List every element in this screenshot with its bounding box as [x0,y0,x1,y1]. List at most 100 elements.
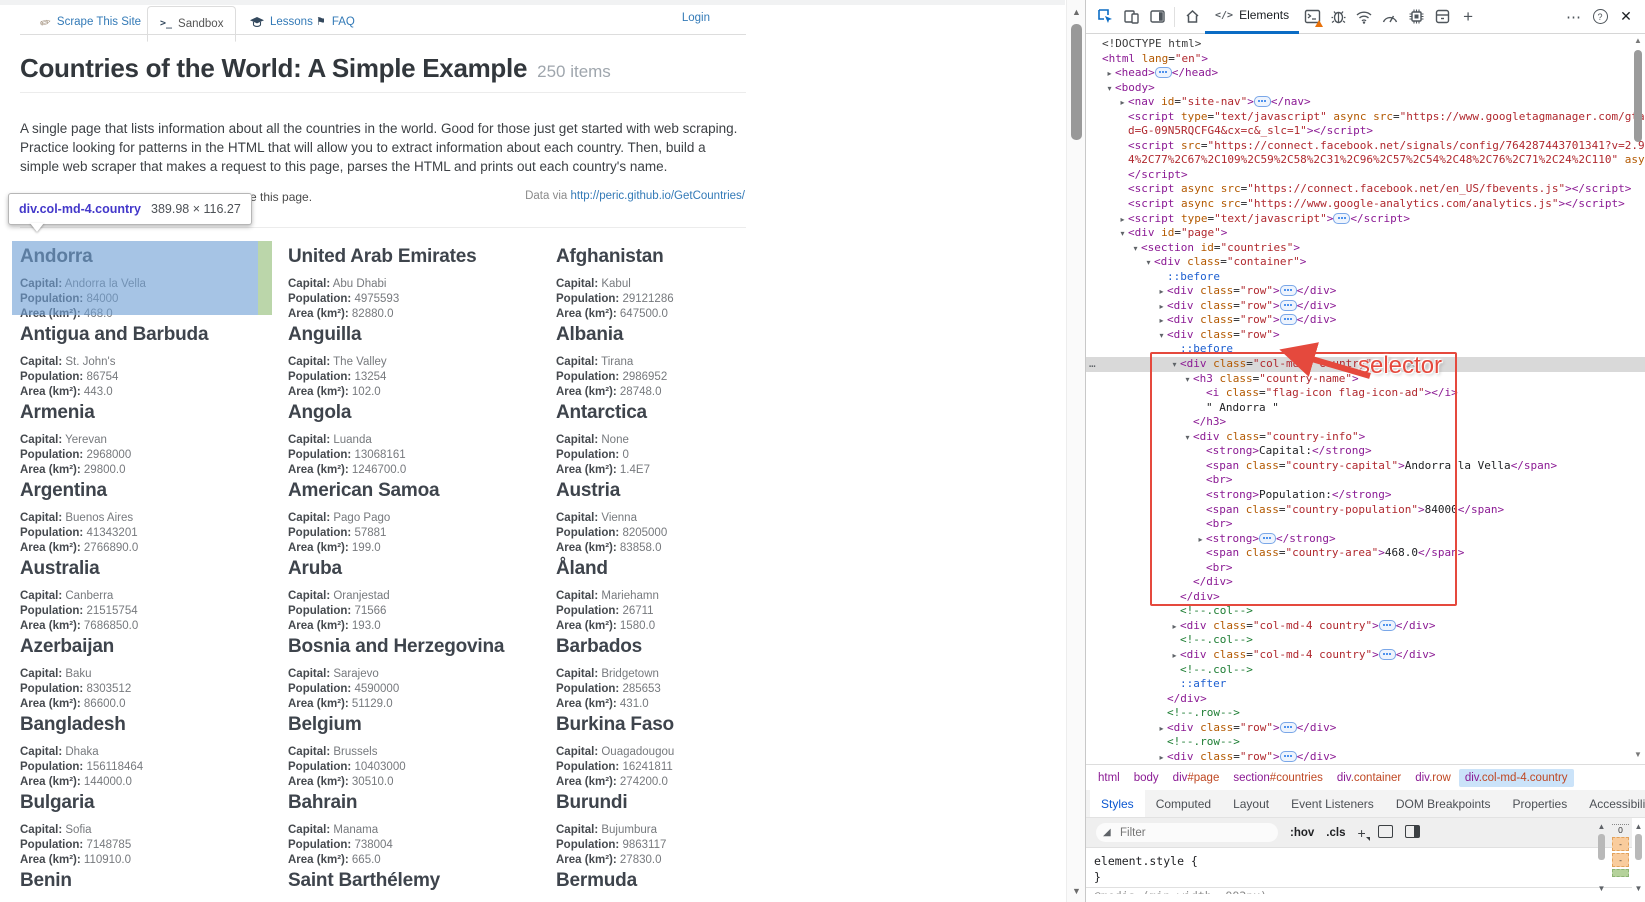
breadcrumb-div#page[interactable]: div#page [1167,769,1226,787]
welcome-home-icon[interactable] [1179,4,1205,30]
breadcrumb-section#countries[interactable]: section#countries [1227,769,1329,787]
data-credit-link[interactable]: http://peric.github.io/GetCountries/ [570,190,745,202]
issues-bug-icon[interactable] [1325,4,1351,30]
dom-tree-line[interactable]: ▾<body> [1086,81,1645,96]
help-icon[interactable]: ? [1587,4,1613,30]
inspect-element-icon[interactable] [1092,4,1118,30]
dom-tree-line[interactable]: ▾<div class="country-info"> [1086,430,1645,445]
tab-layout[interactable]: Layout [1222,790,1280,817]
scroll-down-icon[interactable]: ▼ [1067,886,1086,896]
dom-tree-line[interactable]: ▾<div class="col-md-4 country"> == $0… [1086,357,1645,372]
scroll-down-icon[interactable]: ▼ [1594,884,1609,893]
dom-tree-line[interactable]: ▸<div class="col-md-4 country"></div> [1086,648,1645,663]
chevron-right-icon[interactable]: ▸ [1156,314,1167,329]
dom-tree-line[interactable]: 4%2C77%2C67%2C109%2C59%2C58%2C31%2C96%2C… [1086,153,1645,168]
dom-tree-line[interactable]: ▸<div class="row"></div> [1086,284,1645,299]
tab-computed[interactable]: Computed [1145,790,1222,817]
dom-scrollbar-thumb[interactable] [1634,50,1642,142]
chevron-right-icon[interactable]: ▸ [1156,722,1167,737]
dom-tree-line[interactable]: </div> [1086,575,1645,590]
dom-tree-line[interactable]: ▸<head></head> [1086,66,1645,81]
application-icon[interactable] [1429,4,1455,30]
dom-tree-line[interactable]: <script async src="https://connect.faceb… [1086,182,1645,197]
dom-tree-line[interactable]: ▸<div class="row"></div> [1086,313,1645,328]
dom-tree-line[interactable]: ▾<div id="page"> [1086,226,1645,241]
dom-tree-line[interactable]: <span class="country-capital">Andorra la… [1086,459,1645,474]
chevron-down-icon[interactable]: ▾ [1182,373,1193,388]
dom-tree-line[interactable]: ▾<section id="countries"> [1086,241,1645,256]
breadcrumb-html[interactable]: html [1092,769,1126,787]
tab-dom-breakpoints[interactable]: DOM Breakpoints [1385,790,1502,817]
new-style-rule-icon[interactable]: + [1357,826,1365,840]
breadcrumb-div.row[interactable]: div.row [1409,769,1457,787]
console-icon[interactable] [1299,4,1325,30]
dom-tree-line[interactable]: ::before [1086,342,1645,357]
element-style-rule[interactable]: element.style { } [1086,848,1632,886]
computed-sidebar-toggle-icon[interactable] [1405,825,1420,840]
dom-tree-line[interactable]: <!DOCTYPE html> [1086,37,1645,52]
dom-tree-line[interactable]: ▸<div class="col-md-4 country"></div> [1086,619,1645,634]
chevron-right-icon[interactable]: ▸ [1104,67,1115,82]
chevron-right-icon[interactable]: ▸ [1156,285,1167,300]
scroll-up-icon[interactable]: ▲ [1594,822,1609,831]
dom-tree-line[interactable]: <!--.row--> [1086,706,1645,721]
breadcrumb-div.col-md-4.country[interactable]: div.col-md-4.country [1459,769,1574,787]
dom-tree-line[interactable]: <br> [1086,561,1645,576]
dom-tree-line[interactable]: <i class="flag-icon flag-icon-ad"></i> [1086,386,1645,401]
tab-accessibility[interactable]: Accessibility [1578,790,1645,817]
network-icon[interactable] [1351,4,1377,30]
dom-tree-line[interactable]: </div> [1086,590,1645,605]
chevron-down-icon[interactable]: ▾ [1169,358,1180,373]
dom-tree-line[interactable]: </h3> [1086,415,1645,430]
dom-tree-line[interactable]: <!--.col--> [1086,663,1645,678]
dom-tree-line[interactable]: <!--.col--> [1086,633,1645,648]
device-emulation-icon[interactable] [1118,4,1144,30]
chevron-right-icon[interactable]: ▸ [1169,620,1180,635]
close-devtools-icon[interactable]: ✕ [1613,4,1639,30]
tab-styles[interactable]: Styles [1090,790,1145,817]
scroll-up-icon[interactable]: ▲ [1067,7,1086,17]
tab-properties[interactable]: Properties [1502,790,1579,817]
dock-side-icon[interactable] [1144,4,1170,30]
dom-tree-line[interactable]: " Andorra " [1086,401,1645,416]
login-link[interactable]: Login [682,12,710,24]
dom-tree-line[interactable]: ▸<strong></strong> [1086,532,1645,547]
hover-state-toggle[interactable]: :hov [1290,827,1314,839]
box-model-scrollbar[interactable]: ▲ ▼ [1631,822,1645,898]
dom-tree-line[interactable]: <!--.col--> [1086,604,1645,619]
dom-tree-line[interactable]: </div> [1086,692,1645,707]
dom-tree-line[interactable]: ▾<div class="container"> [1086,255,1645,270]
scrollbar-thumb[interactable] [1598,834,1605,860]
dom-tree-line[interactable]: <strong>Population:</strong> [1086,488,1645,503]
dom-tree-line[interactable]: <script src="https://connect.facebook.ne… [1086,139,1645,154]
tab-event-listeners[interactable]: Event Listeners [1280,790,1385,817]
dom-tree-line[interactable]: <br> [1086,517,1645,532]
breadcrumb-div.container[interactable]: div.container [1331,769,1407,787]
tab-elements[interactable]: </> Elements [1205,0,1299,34]
chevron-down-icon[interactable]: ▾ [1130,242,1141,257]
chevron-down-icon[interactable]: ▾ [1182,431,1193,446]
dom-tree-scrollbar[interactable]: ▲ ▼ [1631,34,1645,764]
dom-tree-line[interactable]: <!--.row--> [1086,735,1645,750]
dom-tree-line[interactable]: ▸<script type="text/javascript"></script… [1086,212,1645,227]
nav-item-sandbox[interactable]: >_Sandbox [147,6,236,42]
page-scrollbar[interactable]: ▲ ▼ [1066,0,1086,902]
dom-tree-line[interactable]: ▾<h3 class="country-name"> [1086,372,1645,387]
dom-tree-line[interactable]: </script> [1086,168,1645,183]
dom-tree-line[interactable]: ▸<div class="row"></div> [1086,750,1645,765]
dom-tree-line[interactable]: d=G-09N5RQCFG4&cx=c&_slc=1"></script> [1086,124,1645,139]
chevron-right-icon[interactable]: ▸ [1195,533,1206,548]
chevron-down-icon[interactable]: ▾ [1104,82,1115,97]
dom-tree-line[interactable]: ▸<nav id="site-nav"></nav> [1086,95,1645,110]
dom-tree-line[interactable]: <span class="country-population">84000</… [1086,503,1645,518]
dom-tree-line[interactable]: ▸<div class="row"></div> [1086,721,1645,736]
dom-tree-line[interactable]: <html lang="en"> [1086,52,1645,67]
dom-tree-line[interactable]: ▸<div class="row"></div> [1086,299,1645,314]
element-style-open[interactable]: element.style { [1094,853,1624,869]
scroll-down-icon[interactable]: ▼ [1631,750,1645,759]
chevron-down-icon[interactable]: ▾ [1156,329,1167,344]
dom-tree-line[interactable]: <span class="country-area">468.0</span> [1086,546,1645,561]
dom-tree-line[interactable]: <br> [1086,473,1645,488]
chevron-right-icon[interactable]: ▸ [1156,300,1167,315]
dom-tree-line[interactable]: <strong>Capital:</strong> [1086,444,1645,459]
